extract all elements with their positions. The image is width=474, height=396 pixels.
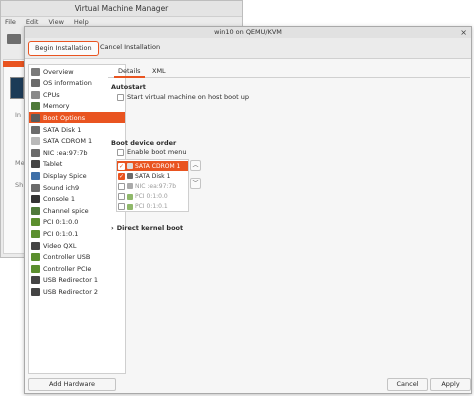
sidebar-item-label: Controller PCIe (43, 264, 92, 273)
boot-order-heading: Boot device order (111, 139, 177, 147)
add-hardware-button[interactable]: Add Hardware (28, 378, 116, 391)
boot-device-label: PCI 0:1:0.1 (135, 203, 168, 211)
enable-boot-menu-label: Enable boot menu (127, 148, 187, 156)
sidebar-item-label: Overview (43, 67, 74, 76)
move-up-button[interactable]: ︿ (190, 160, 201, 171)
move-down-button[interactable]: ﹀ (190, 178, 201, 189)
boot-device-checkbox[interactable] (118, 203, 125, 211)
console-icon (31, 195, 40, 204)
chevron-up-icon: ︿ (192, 162, 199, 169)
sidebar-item-label: CPUs (43, 90, 60, 99)
chevron-down-icon: ﹀ (192, 180, 199, 187)
video-icon (31, 241, 40, 250)
sidebar-item-label: Console 1 (43, 195, 76, 204)
sidebar-item-label: USB Redirector 2 (43, 287, 99, 296)
direct-kernel-boot-expander[interactable]: › Direct kernel boot (111, 224, 183, 232)
autostart-label: Start virtual machine on host boot up (127, 93, 249, 101)
direct-kernel-boot-label: Direct kernel boot (116, 224, 184, 232)
enable-boot-menu-row[interactable]: Enable boot menu (117, 148, 186, 156)
sidebar-item-label: SATA CDROM 1 (43, 137, 93, 146)
boot-device-checkbox[interactable]: ✓ (118, 172, 125, 180)
boot-device-label: NIC :ea:97:7b (135, 182, 177, 190)
overview-icon (31, 67, 40, 76)
boot-device-label: SATA CDROM 1 (135, 162, 181, 170)
new-vm-icon[interactable] (7, 34, 21, 44)
usb-icon (31, 287, 40, 296)
autostart-heading: Autostart (111, 83, 146, 91)
pci-icon (127, 203, 133, 210)
memory-icon (31, 102, 40, 111)
cancel-installation-button[interactable]: Cancel Installation (94, 41, 166, 56)
cpu-icon (31, 90, 40, 99)
display-icon (31, 171, 40, 180)
sidebar-item-label: Tablet (43, 160, 63, 169)
controller-icon (31, 253, 40, 262)
enable-boot-menu-checkbox[interactable] (117, 148, 124, 156)
dialog-title: win10 on QEMU/KVM (214, 28, 282, 36)
sidebar-item-label: Controller USB (43, 253, 91, 262)
background-text-fragment: Sh (15, 181, 24, 189)
chevron-right-icon: › (111, 224, 114, 232)
os-info-icon (31, 79, 40, 88)
boot-options-icon (31, 113, 40, 122)
boot-device-row[interactable]: PCI 0:1:0.0 (117, 192, 188, 202)
sidebar-item-label: Boot Options (43, 113, 86, 122)
begin-installation-button[interactable]: Begin Installation (28, 41, 99, 56)
vm-details-dialog: win10 on QEMU/KVM × Begin Installation C… (24, 26, 472, 394)
channel-icon (31, 206, 40, 215)
autostart-checkbox[interactable] (117, 93, 124, 101)
details-tabs: Details XML (108, 64, 470, 78)
boot-device-row[interactable]: NIC :ea:97:7b (117, 181, 188, 191)
menu-file[interactable]: File (5, 17, 16, 28)
boot-device-checkbox[interactable]: ✓ (118, 162, 125, 170)
cancel-button[interactable]: Cancel (387, 378, 428, 391)
nic-icon (31, 148, 40, 157)
boot-device-row[interactable]: PCI 0:1:0.1 (117, 202, 188, 212)
cdrom-icon (127, 163, 133, 169)
sidebar-item-label: Sound ich9 (43, 183, 80, 192)
nic-icon (127, 183, 133, 190)
sidebar-item-label: Channel spice (43, 206, 89, 215)
usb-icon (31, 276, 40, 285)
background-text-fragment: In (15, 111, 22, 119)
boot-device-label: PCI 0:1:0.0 (135, 193, 168, 201)
disk-icon (31, 125, 40, 134)
boot-device-checkbox[interactable] (118, 182, 125, 190)
sidebar-item-label: NIC :ea:97:7b (43, 148, 88, 157)
boot-device-label: SATA Disk 1 (135, 172, 171, 180)
sidebar-item-label: Display Spice (43, 171, 87, 180)
tab-xml[interactable]: XML (148, 66, 170, 78)
boot-device-row[interactable]: ✓ SATA CDROM 1 (117, 161, 188, 171)
autostart-row[interactable]: Start virtual machine on host boot up (117, 93, 249, 101)
sidebar-item-label: SATA Disk 1 (43, 125, 82, 134)
sidebar-item-label: Video QXL (43, 241, 77, 250)
sidebar-item-label: PCI 0:1:0.0 (43, 218, 79, 227)
tablet-icon (31, 160, 40, 169)
boot-device-checkbox[interactable] (118, 193, 125, 201)
sound-icon (31, 183, 40, 192)
sidebar-item-label: Memory (43, 102, 70, 111)
cdrom-icon (31, 137, 40, 146)
pci-icon (127, 193, 133, 200)
background-window-title: Virtual Machine Manager (1, 1, 242, 17)
boot-device-row[interactable]: ✓ SATA Disk 1 (117, 171, 188, 181)
tab-details[interactable]: Details (114, 66, 145, 78)
pci-icon (31, 229, 40, 238)
apply-button[interactable]: Apply (430, 378, 471, 391)
background-vm-selection (3, 61, 25, 67)
dialog-titlebar: win10 on QEMU/KVM × (25, 27, 471, 38)
details-panel: Details XML Autostart Start virtual mach… (108, 64, 470, 374)
controller-icon (31, 264, 40, 273)
boot-device-list: ✓ SATA CDROM 1 ✓ SATA Disk 1 NIC :ea:97:7b PC… (116, 159, 189, 212)
vm-screen-icon (10, 77, 24, 99)
close-icon[interactable]: × (460, 27, 467, 38)
pci-icon (31, 218, 40, 227)
dialog-toolbar: Begin Installation Cancel Installation (25, 38, 471, 59)
sidebar-item-label: PCI 0:1:0.1 (43, 229, 79, 238)
sidebar-item-label: USB Redirector 1 (43, 276, 99, 285)
disk-icon (127, 173, 133, 180)
sidebar-item-label: OS information (43, 79, 92, 88)
